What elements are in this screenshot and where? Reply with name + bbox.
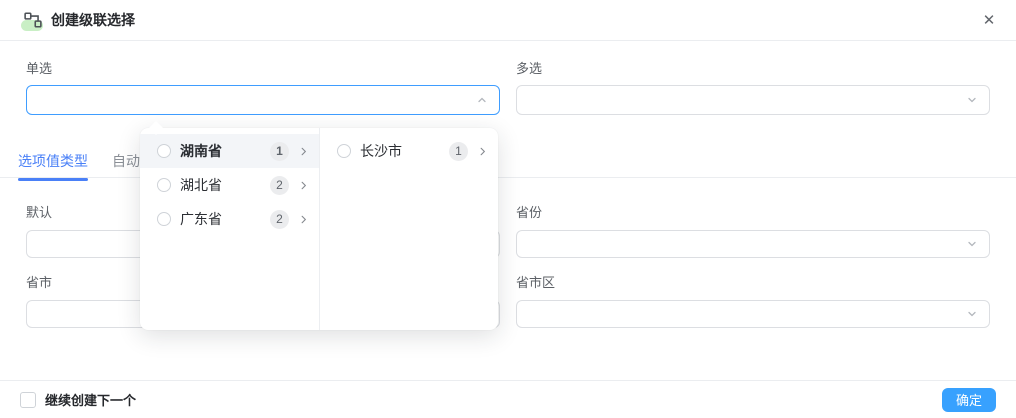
option-label: 湖北省 (180, 177, 222, 193)
option-label: 广东省 (180, 211, 222, 227)
cascade-icon (21, 11, 43, 31)
default-field-label: 默认 (26, 205, 53, 220)
continue-create-label: 继续创建下一个 (45, 393, 137, 408)
modal-footer: 继续创建下一个 确定 (0, 380, 1016, 418)
count-badge: 1 (449, 141, 468, 161)
tab-auto[interactable]: 自动 (112, 151, 140, 181)
confirm-button[interactable]: 确定 (941, 387, 996, 412)
province-field-label: 省份 (516, 205, 543, 220)
single-select-label: 单选 (26, 61, 53, 76)
chevron-down-icon (968, 241, 976, 247)
province-city-district-select-input[interactable] (516, 300, 990, 328)
chevron-down-icon (968, 97, 976, 103)
option-label: 湖南省 (180, 143, 222, 159)
single-select-input[interactable] (26, 85, 500, 115)
cascade-column-provinces: 湖南省 1 湖北省 2 广东省 2 (140, 128, 319, 330)
multi-select-input[interactable] (516, 85, 990, 115)
multi-select-label: 多选 (516, 61, 543, 76)
province-city-district-field-label: 省市区 (516, 275, 556, 290)
chevron-right-icon[interactable] (298, 214, 309, 225)
count-badge: 2 (270, 209, 289, 229)
chevron-right-icon[interactable] (298, 180, 309, 191)
option-row[interactable]: 广东省 2 (140, 202, 319, 236)
chevron-up-icon (478, 97, 486, 103)
cascade-column-cities: 长沙市 1 (319, 128, 498, 330)
radio-icon[interactable] (157, 178, 171, 192)
tab-bar: 选项值类型 自动 (18, 151, 140, 181)
cascade-dropdown-panel: 湖南省 1 湖北省 2 广东省 2 长沙市 1 (140, 128, 498, 330)
option-row[interactable]: 长沙市 1 (320, 134, 498, 168)
chevron-right-icon[interactable] (298, 146, 309, 157)
modal-header: 创建级联选择 ✕ (0, 0, 1016, 41)
option-label: 长沙市 (360, 143, 402, 159)
province-select-input[interactable] (516, 230, 990, 258)
close-button[interactable]: ✕ (978, 9, 1000, 31)
count-badge: 2 (270, 175, 289, 195)
close-icon: ✕ (982, 12, 996, 29)
radio-icon[interactable] (337, 144, 351, 158)
page-title: 创建级联选择 (51, 12, 135, 28)
option-row[interactable]: 湖北省 2 (140, 168, 319, 202)
tab-option-value-type[interactable]: 选项值类型 (18, 151, 88, 181)
chevron-down-icon (968, 311, 976, 317)
option-row[interactable]: 湖南省 1 (140, 134, 319, 168)
radio-icon[interactable] (157, 144, 171, 158)
chevron-right-icon[interactable] (477, 146, 488, 157)
continue-create-checkbox[interactable] (20, 391, 36, 408)
province-city-field-label: 省市 (26, 275, 53, 290)
radio-icon[interactable] (157, 212, 171, 226)
count-badge: 1 (270, 141, 289, 161)
